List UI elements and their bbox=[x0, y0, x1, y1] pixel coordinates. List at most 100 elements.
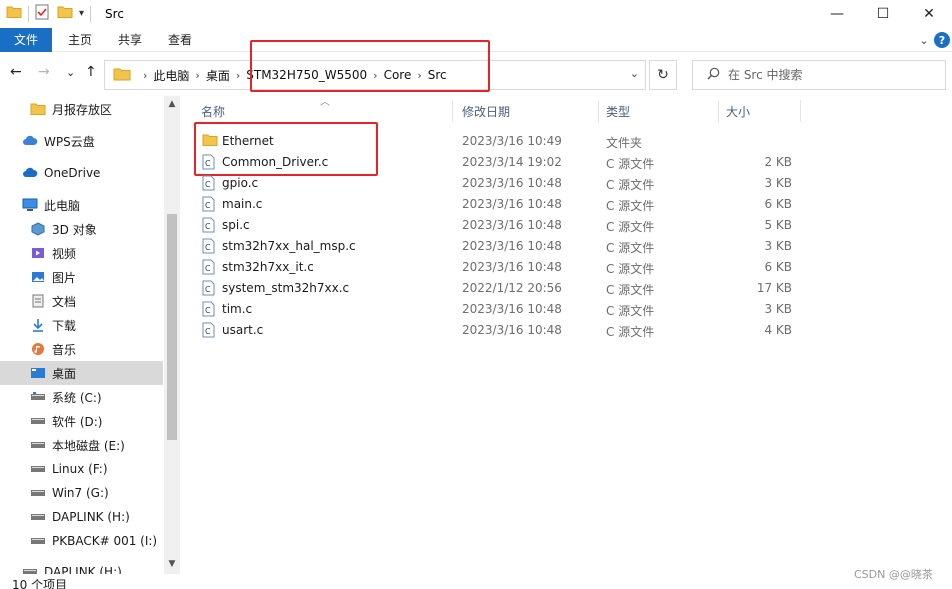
sidebar-item-drive-e[interactable]: 本地磁盘 (E:) bbox=[0, 433, 163, 457]
sidebar-item-label: DAPLINK (H:) bbox=[44, 565, 122, 574]
sidebar-item-music[interactable]: 音乐 bbox=[0, 337, 163, 361]
sidebar-item-videos[interactable]: 视频 bbox=[0, 241, 163, 265]
customize-dropdown-icon[interactable]: ▾ bbox=[79, 8, 84, 19]
download-icon bbox=[30, 317, 46, 333]
sidebar-item-drive-h-root[interactable]: DAPLINK (H:) bbox=[0, 560, 163, 574]
sidebar-item-label: 图片 bbox=[52, 270, 77, 285]
file-row-main[interactable]: C main.c 2023/3/16 10:48 C 源文件 6 KB bbox=[190, 194, 952, 215]
column-divider[interactable] bbox=[800, 100, 801, 122]
sidebar-item-3d-objects[interactable]: 3D 对象 bbox=[0, 217, 163, 241]
sidebar-item-drive-h[interactable]: DAPLINK (H:) bbox=[0, 505, 163, 529]
file-name: usart.c bbox=[222, 323, 264, 337]
tab-file[interactable]: 文件 bbox=[0, 27, 53, 52]
sidebar-item-label: 月报存放区 bbox=[52, 102, 113, 117]
file-row-common-driver[interactable]: C Common_Driver.c 2023/3/14 19:02 C 源文件 … bbox=[190, 152, 952, 173]
sidebar-item-desktop[interactable]: 桌面 bbox=[0, 361, 163, 385]
search-input[interactable] bbox=[728, 68, 928, 82]
folder-icon bbox=[30, 101, 46, 117]
search-box[interactable] bbox=[692, 60, 946, 90]
file-type: C 源文件 bbox=[606, 283, 655, 297]
explorer-window: ▾ Src — ☐ ✕ 文件 主页 共享 查看 ⌄ ? ← → ⌄ ↑ › 此电… bbox=[0, 0, 952, 589]
file-name: main.c bbox=[222, 197, 263, 211]
sidebar-item-downloads[interactable]: 下载 bbox=[0, 313, 163, 337]
sidebar-item-drive-i[interactable]: PKBACK# 001 (I:) bbox=[0, 529, 163, 553]
address-dropdown-icon[interactable]: ⌄ bbox=[630, 67, 639, 80]
sidebar-item-wps-cloud[interactable]: WPS云盘 bbox=[0, 129, 163, 153]
refresh-button[interactable]: ↻ bbox=[649, 60, 677, 90]
sidebar-item-drive-g[interactable]: Win7 (G:) bbox=[0, 481, 163, 505]
tab-home[interactable]: 主页 bbox=[52, 28, 105, 52]
recent-locations-button[interactable]: ⌄ bbox=[66, 66, 75, 79]
file-type: C 源文件 bbox=[606, 304, 655, 318]
column-header-type[interactable]: 类型 bbox=[606, 96, 630, 126]
tab-share[interactable]: 共享 bbox=[105, 28, 155, 52]
drive-icon bbox=[30, 389, 46, 405]
quick-access-toolbar: ▾ bbox=[6, 4, 97, 23]
maximize-button[interactable]: ☐ bbox=[860, 0, 906, 27]
sidebar-item-documents[interactable]: 文档 bbox=[0, 289, 163, 313]
item-count: 10 个项目 bbox=[12, 578, 68, 589]
sidebar-item-drive-c[interactable]: 系统 (C:) bbox=[0, 385, 163, 409]
sidebar-item-drive-d[interactable]: 软件 (D:) bbox=[0, 409, 163, 433]
sidebar-item-monthly-reports[interactable]: 月报存放区 bbox=[0, 97, 163, 121]
video-icon bbox=[30, 245, 46, 261]
breadcrumb-separator-icon[interactable]: › bbox=[234, 69, 242, 82]
sidebar-item-pictures[interactable]: 图片 bbox=[0, 265, 163, 289]
file-name: stm32h7xx_it.c bbox=[222, 260, 314, 274]
sidebar-item-drive-f[interactable]: Linux (F:) bbox=[0, 457, 163, 481]
file-row-hal-msp[interactable]: C stm32h7xx_hal_msp.c 2023/3/16 10:48 C … bbox=[190, 236, 952, 257]
sidebar-item-label: 文档 bbox=[52, 294, 77, 309]
up-button[interactable]: ↑ bbox=[85, 64, 97, 80]
file-row-spi[interactable]: C spi.c 2023/3/16 10:48 C 源文件 5 KB bbox=[190, 215, 952, 236]
column-header-name[interactable]: 名称 bbox=[201, 96, 225, 126]
column-divider[interactable] bbox=[452, 100, 453, 122]
sidebar-scrollbar-thumb[interactable] bbox=[167, 214, 177, 440]
breadcrumb-separator-icon[interactable]: › bbox=[141, 69, 149, 82]
back-button[interactable]: ← bbox=[10, 64, 22, 80]
sidebar-item-label: 下载 bbox=[52, 318, 77, 333]
file-type: C 源文件 bbox=[606, 325, 655, 339]
c-source-file-icon: C bbox=[202, 217, 215, 236]
column-header-date[interactable]: 修改日期 bbox=[462, 96, 510, 126]
c-source-file-icon: C bbox=[202, 196, 215, 215]
breadcrumb-separator-icon[interactable]: › bbox=[193, 69, 201, 82]
new-folder-icon[interactable] bbox=[57, 5, 73, 22]
ribbon-expand-icon[interactable]: ⌄ bbox=[914, 34, 934, 47]
breadcrumb-core[interactable]: Core bbox=[380, 68, 416, 82]
file-row-gpio[interactable]: C gpio.c 2023/3/16 10:48 C 源文件 3 KB bbox=[190, 173, 952, 194]
file-date: 2023/3/14 19:02 bbox=[462, 155, 562, 169]
file-row-usart[interactable]: C usart.c 2023/3/16 10:48 C 源文件 4 KB bbox=[190, 320, 952, 341]
column-divider[interactable] bbox=[598, 100, 599, 122]
properties-icon[interactable] bbox=[35, 4, 49, 23]
svg-text:C: C bbox=[205, 159, 211, 168]
breadcrumb-src[interactable]: Src bbox=[424, 68, 451, 82]
sidebar-item-label: Linux (F:) bbox=[52, 462, 108, 476]
help-icon[interactable]: ? bbox=[934, 32, 950, 48]
file-row-it[interactable]: C stm32h7xx_it.c 2023/3/16 10:48 C 源文件 6… bbox=[190, 257, 952, 278]
tab-view[interactable]: 查看 bbox=[155, 28, 205, 52]
breadcrumb-separator-icon[interactable]: › bbox=[415, 69, 423, 82]
scroll-up-icon[interactable]: ▲ bbox=[164, 96, 180, 112]
sidebar-item-this-pc[interactable]: 此电脑 bbox=[0, 193, 163, 217]
svg-text:C: C bbox=[205, 264, 211, 273]
file-size: 3 KB bbox=[764, 176, 792, 190]
breadcrumb-project[interactable]: STM32H750_W5500 bbox=[242, 68, 371, 82]
file-row-system[interactable]: C system_stm32h7xx.c 2022/1/12 20:56 C 源… bbox=[190, 278, 952, 299]
minimize-button[interactable]: — bbox=[814, 0, 860, 27]
sidebar-item-label: 本地磁盘 (E:) bbox=[52, 438, 125, 453]
breadcrumb-this-pc[interactable]: 此电脑 bbox=[149, 67, 193, 84]
column-header-size[interactable]: 大小 bbox=[726, 96, 750, 126]
file-date: 2023/3/16 10:48 bbox=[462, 260, 562, 274]
column-divider[interactable] bbox=[718, 100, 719, 122]
address-bar[interactable]: › 此电脑 › 桌面 › STM32H750_W5500 › Core › Sr… bbox=[104, 60, 646, 90]
file-row-tim[interactable]: C tim.c 2023/3/16 10:48 C 源文件 3 KB bbox=[190, 299, 952, 320]
file-row-ethernet[interactable]: Ethernet 2023/3/16 10:49 文件夹 bbox=[190, 131, 952, 152]
close-button[interactable]: ✕ bbox=[906, 0, 952, 27]
svg-text:C: C bbox=[205, 306, 211, 315]
breadcrumb-desktop[interactable]: 桌面 bbox=[202, 67, 234, 84]
breadcrumb-separator-icon[interactable]: › bbox=[371, 69, 379, 82]
sidebar-item-onedrive[interactable]: OneDrive bbox=[0, 161, 163, 185]
scroll-down-icon[interactable]: ▼ bbox=[164, 556, 180, 572]
file-name: system_stm32h7xx.c bbox=[222, 281, 350, 295]
forward-button[interactable]: → bbox=[38, 64, 50, 80]
